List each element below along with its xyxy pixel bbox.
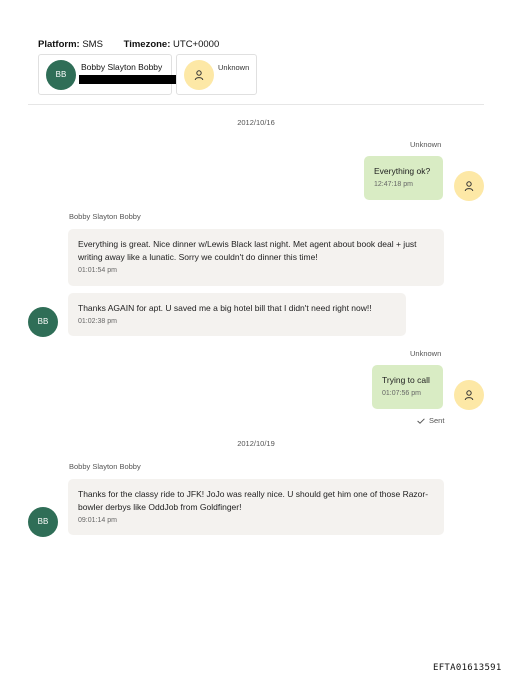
participant-name: Unknown [218,63,250,72]
person-icon [184,60,214,90]
status-label: Sent [429,416,445,425]
message-time: 09:01:14 pm [78,517,117,524]
message-text: Everything ok? [374,166,431,176]
timezone-label: Timezone: [123,39,171,50]
timezone-value: UTC+0000 [173,39,220,50]
document-id: EFTA01613591 [433,663,502,673]
date-separator: 2012/10/19 [237,439,275,448]
message-time: 01:07:56 pm [382,390,421,397]
person-icon [454,171,484,201]
message-bubble[interactable]: Everything is great. Nice dinner w/Lewis… [68,229,444,286]
message-text: Thanks AGAIN for apt. U saved me a big h… [78,303,372,313]
export-header: Platform: SMS Timezone: UTC+0000 [38,39,219,50]
message-bubble[interactable]: Thanks AGAIN for apt. U saved me a big h… [68,293,406,336]
sender-label: Bobby Slayton Bobby [69,462,141,471]
message-text: Thanks for the classy ride to JFK! JoJo … [78,489,429,512]
person-icon [454,380,484,410]
sender-label: Unknown [410,140,442,149]
message-time: 01:02:38 pm [78,318,117,325]
redaction-bar [79,75,179,84]
delivery-status: Sent [417,416,444,425]
sender-label: Bobby Slayton Bobby [69,212,141,221]
message-bubble[interactable]: Trying to call 01:07:56 pm [372,365,443,409]
divider [28,104,484,105]
avatar: BB [28,307,58,337]
avatar: BB [28,507,58,537]
message-text: Everything is great. Nice dinner w/Lewis… [78,239,417,262]
checkmark-icon [417,417,425,424]
avatar: BB [46,60,76,90]
date-separator: 2012/10/16 [237,118,275,127]
message-bubble[interactable]: Thanks for the classy ride to JFK! JoJo … [68,479,444,535]
participant-card-unknown[interactable]: Unknown [176,54,257,95]
message-text: Trying to call [382,375,430,385]
message-time: 12:47:18 pm [374,181,413,188]
participant-card-bobby[interactable]: BB Bobby Slayton Bobby [38,54,179,95]
sender-label: Unknown [410,349,442,358]
platform-label: Platform: [38,39,80,50]
message-time: 01:01:54 pm [78,267,117,274]
participant-name: Bobby Slayton Bobby [81,62,163,72]
platform-value: SMS [82,39,103,50]
message-bubble[interactable]: Everything ok? 12:47:18 pm [364,156,443,200]
